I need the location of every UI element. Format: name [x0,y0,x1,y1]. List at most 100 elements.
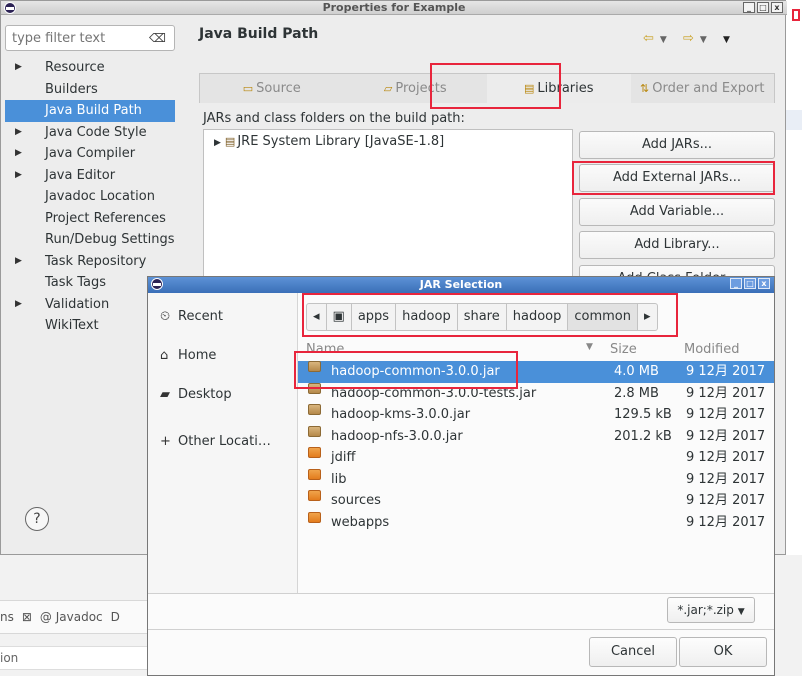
tree-item-label: WikiText [45,318,99,333]
expand-arrow-icon[interactable]: ▶ [15,57,22,79]
tree-item[interactable]: Builders [5,79,175,101]
file-row[interactable]: sources 9 12月 2017 [298,490,774,512]
crumb-hadoop[interactable]: hadoop [396,304,458,330]
source-folder-icon: ▭ [242,82,254,95]
folder-icon: ▰ [160,387,170,402]
breadcrumb-back-icon[interactable]: ◂ [307,304,327,330]
place-desktop[interactable]: ▰ Desktop [160,387,232,402]
back-icon[interactable]: ⇦ [643,31,660,46]
filter-input[interactable] [6,26,141,50]
column-size[interactable]: Size [610,342,637,357]
file-size: 201.2 kB [614,428,672,444]
minimize-icon[interactable]: _ [743,2,755,13]
view-tab-javadoc[interactable]: @ Javadoc [40,610,103,624]
expand-arrow-icon[interactable]: ▶ [214,138,221,148]
expand-arrow-icon[interactable]: ▶ [15,122,22,144]
clear-icon[interactable]: ⌫ [149,31,166,45]
expand-arrow-icon[interactable]: ▶ [15,294,22,316]
properties-titlebar[interactable]: Properties for Example _ □ x [1,1,787,15]
filter-field[interactable]: ⌫ [5,25,175,51]
expand-arrow-icon[interactable]: ▶ [15,165,22,187]
tab-order-export[interactable]: ⇅ Order and Export [631,74,775,103]
file-type-filter[interactable]: *.jar;*.zip ▼ [667,597,755,623]
root-drive-icon[interactable]: ▣ [327,304,352,330]
jar-file-icon [308,425,321,437]
file-row[interactable]: webapps 9 12月 2017 [298,511,774,534]
tree-item[interactable]: Java Build Path [5,100,175,122]
jar-file-icon [308,361,321,372]
tree-item[interactable]: Run/Debug Settings [5,229,175,251]
folder-icon [308,511,321,523]
folder-icon [308,447,321,458]
tree-item[interactable]: Project References [5,208,175,230]
file-row[interactable]: lib 9 12月 2017 [298,468,774,491]
file-size: 2.8 MB [614,385,659,401]
file-modified: 9 12月 2017 [686,450,766,465]
view-tab-declaration[interactable]: D [111,610,120,624]
folder-icon [308,490,321,501]
file-name: hadoop-common-3.0.0-tests.jar [331,385,537,401]
breadcrumb-forward-icon[interactable]: ▸ [638,304,657,330]
add-jars-button[interactable]: Add JARs... [579,131,775,159]
view-tab-problems[interactable]: ns [0,610,14,624]
tab-projects[interactable]: ▱ Projects [344,74,488,103]
jar-selection-title: JAR Selection [419,278,503,291]
ok-button[interactable]: OK [679,637,767,667]
crumb-hadoop-2[interactable]: hadoop [507,304,569,330]
tab-source[interactable]: ▭ Source [200,74,344,103]
chevron-down-icon[interactable]: ▼ [700,35,713,45]
maximize-icon[interactable]: □ [757,2,769,13]
file-modified: 9 12月 2017 [686,428,766,444]
file-list: hadoop-common-3.0.0.jar 4.0 MB 9 12月 2017 h… [298,361,774,533]
tree-item[interactable]: ▶ Task Repository [5,251,175,273]
help-button[interactable]: ? [25,507,49,531]
cancel-button[interactable]: Cancel [589,637,677,667]
column-name[interactable]: Name [306,342,344,357]
jar-selection-titlebar[interactable]: JAR Selection _ □ x [148,277,774,293]
view-menu-icon[interactable]: ▼ [723,35,736,45]
expand-arrow-icon[interactable]: ▶ [15,251,22,273]
expand-arrow-icon[interactable]: ▶ [15,143,22,165]
file-row[interactable]: hadoop-nfs-3.0.0.jar 201.2 kB 9 12月 2017 [298,425,774,448]
page-title: Java Build Path [199,26,319,42]
clock-icon: ⏲ [160,309,171,324]
file-row[interactable]: jdiff 9 12月 2017 [298,447,774,469]
tree-item-label: Run/Debug Settings [45,232,175,247]
tree-item-label: Java Compiler [45,146,136,161]
file-row[interactable]: hadoop-kms-3.0.0.jar 129.5 kB 9 12月 2017 [298,404,774,426]
tree-item[interactable]: ▶ Resource [5,57,175,79]
minimize-icon[interactable]: _ [730,278,742,289]
tree-item[interactable]: Javadoc Location [5,186,175,208]
tab-libraries[interactable]: ▤ Libraries [487,74,631,103]
tree-item[interactable]: ▶ Java Editor [5,165,175,187]
place-recent[interactable]: ⏲ Recent [160,309,223,324]
file-name: sources [331,493,381,508]
jre-library-entry[interactable]: ▶ ▤ JRE System Library [JavaSE-1.8] [214,134,444,149]
crumb-common[interactable]: common [568,304,638,330]
file-list-header: Name ▼ Size Modified [298,339,774,361]
highlight-marker [792,9,800,21]
home-icon: ⌂ [160,348,169,363]
chevron-down-icon[interactable]: ▼ [660,35,673,45]
project-icon: ▱ [383,82,393,95]
tree-item[interactable]: ▶ Java Code Style [5,122,175,144]
place-other-locations[interactable]: + Other Locati… [160,434,271,449]
add-variable-button[interactable]: Add Variable... [579,198,775,226]
build-path-list[interactable]: ▶ ▤ JRE System Library [JavaSE-1.8] [203,129,573,279]
maximize-icon[interactable]: □ [744,278,756,289]
add-external-jars-button[interactable]: Add External JARs... [579,164,775,192]
add-library-button[interactable]: Add Library... [579,231,775,259]
file-row[interactable]: hadoop-common-3.0.0-tests.jar 2.8 MB 9 12月… [298,382,774,405]
place-home[interactable]: ⌂ Home [160,348,216,363]
file-row[interactable]: hadoop-common-3.0.0.jar 4.0 MB 9 12月 2017 [298,361,774,383]
close-icon[interactable]: x [758,278,770,289]
close-icon[interactable]: x [771,2,783,13]
tree-item[interactable]: ▶ Java Compiler [5,143,175,165]
forward-icon[interactable]: ⇨ [683,31,700,46]
crumb-share[interactable]: share [458,304,507,330]
tree-item-label: Java Build Path [45,103,142,118]
column-modified[interactable]: Modified [684,342,739,357]
divider [148,629,774,630]
crumb-apps[interactable]: apps [352,304,397,330]
close-icon[interactable]: ⊠ [22,610,32,624]
